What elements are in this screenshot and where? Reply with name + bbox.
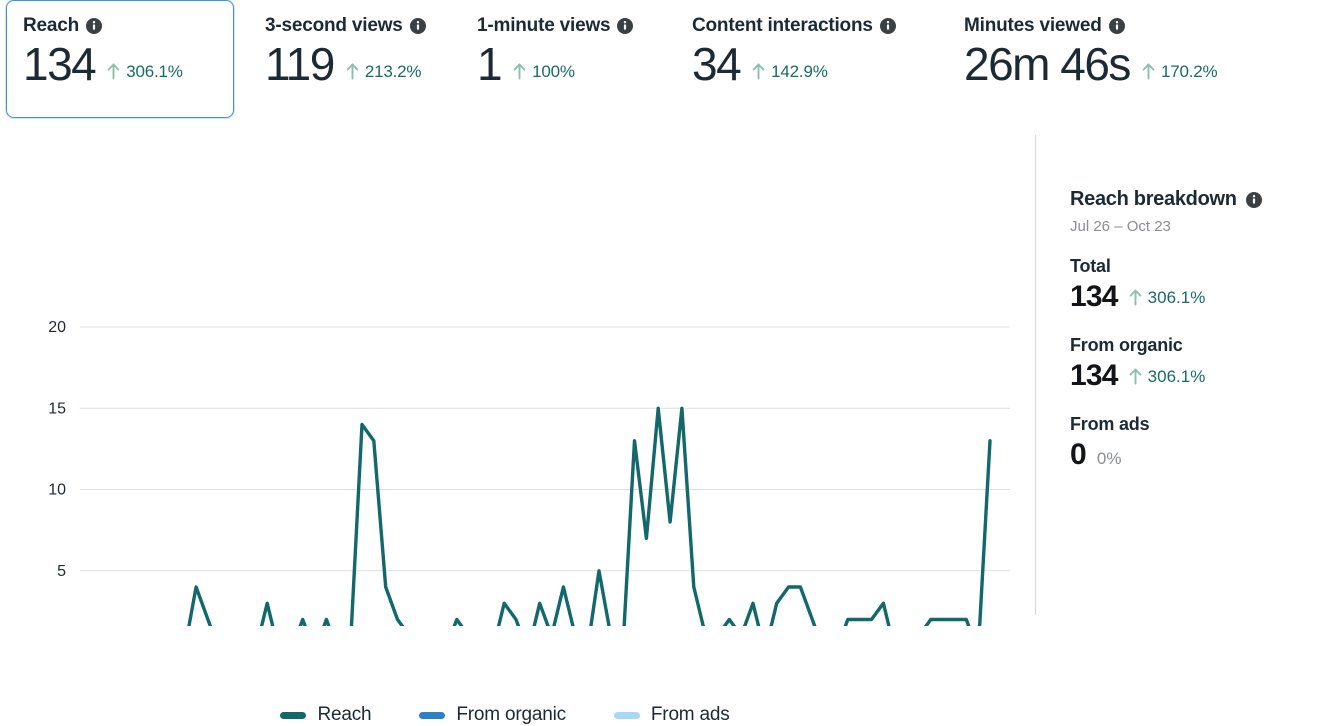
info-icon[interactable] [86,18,103,34]
metric-card-header: Reach [23,15,217,37]
breakdown-item-delta: 306.1% [1129,366,1206,387]
metric-delta: 213.2% [346,61,422,82]
metric-value: 134 [23,38,97,90]
info-icon[interactable] [409,18,426,34]
breakdown-item-delta-text: 306.1% [1147,366,1206,386]
chart-legend: Reach From organic From ads [0,704,1010,726]
metric-value: 26m 46s [964,38,1131,90]
metric-title: 1-minute views [477,15,611,36]
y-axis-tick-label: 15 [48,400,66,417]
breakdown-title: Reach breakdown [1070,188,1237,210]
breakdown-item-total: Total 134 306.1% [1070,256,1335,314]
metrics-summary-row: Reach 134 306.1% 3-second views 119 213.… [0,0,1335,130]
metric-delta: 100% [513,62,575,82]
metric-card-minutes-viewed[interactable]: Minutes viewed 26m 46s 170.2% [947,0,1277,118]
metric-value-row: 26m 46s 170.2% [964,39,1260,90]
chart-line-reach [187,406,992,626]
metric-delta-text: 213.2% [364,61,422,81]
breakdown-item-label: From organic [1070,335,1183,355]
metric-title: Reach [23,15,80,36]
arrow-up-icon [346,63,359,80]
metric-delta: 170.2% [1142,61,1218,82]
breakdown-item-label: From ads [1070,414,1150,434]
arrow-up-icon [1129,368,1142,385]
metric-delta: 142.9% [752,61,828,82]
info-icon[interactable] [1108,18,1125,34]
breakdown-item-delta-text: 0% [1096,449,1122,468]
legend-swatch [280,711,307,719]
y-axis-tick-label: 20 [48,319,66,336]
y-axis-tick-label: 10 [48,482,66,499]
info-icon[interactable] [617,18,634,34]
breakdown-date-range: Jul 26 – Oct 23 [1070,218,1171,235]
metric-value-row: 34 142.9% [692,39,930,90]
metric-card-header: 3-second views [265,15,443,37]
breakdown-item-value-row: 134 306.1% [1070,280,1335,314]
metric-title: 3-second views [265,15,403,36]
metric-value: 34 [692,38,742,90]
reach-chart-panel: 05101520 Jul 26Aug 15Sep 4Sep 24Oct 14 R… [0,130,1035,725]
metric-card-header: Minutes viewed [964,15,1260,37]
breakdown-item-from-ads: From ads 0 0% [1070,414,1335,472]
metric-value-row: 119 213.2% [265,39,443,90]
metric-card-header: 1-minute views [477,15,658,37]
breakdown-item-value: 0 [1070,438,1087,471]
info-icon[interactable] [879,18,896,34]
breakdown-item-value: 134 [1070,359,1118,392]
metric-value-row: 1 100% [477,39,658,90]
legend-swatch [419,711,446,719]
info-icon[interactable] [1245,191,1262,208]
arrow-up-icon [1129,289,1142,306]
breakdown-item-value: 134 [1070,280,1118,313]
legend-swatch [613,711,640,719]
metric-value-row: 134 306.1% [23,39,217,90]
metric-card-header: Content interactions [692,15,930,37]
metric-delta-text: 142.9% [771,61,828,81]
metric-card-content-interactions[interactable]: Content interactions 34 142.9% [675,0,947,118]
breakdown-item-delta: 306.1% [1129,287,1206,308]
metric-value: 1 [477,38,503,90]
legend-label: From organic [456,704,566,725]
breakdown-item-value-row: 0 0% [1070,438,1335,472]
reach-line-chart[interactable]: 05101520 Jul 26Aug 15Sep 4Sep 24Oct 14 [0,130,1035,626]
metric-delta-text: 306.1% [126,61,183,81]
arrow-up-icon [1142,63,1155,80]
metric-value: 119 [265,38,335,90]
legend-item-from-ads[interactable]: From ads [613,704,730,726]
chart-series-reach [187,406,992,626]
arrow-up-icon [107,63,120,80]
breakdown-item-delta-text: 306.1% [1147,287,1206,307]
breakdown-item-value-row: 134 306.1% [1070,359,1335,393]
breakdown-item-label: Total [1070,256,1111,276]
metric-title: Minutes viewed [964,15,1102,36]
metric-title: Content interactions [692,15,873,36]
legend-item-from-organic[interactable]: From organic [419,704,566,726]
legend-label: Reach [317,704,372,725]
arrow-up-icon [513,63,526,80]
y-axis-tick-label: 5 [57,563,66,580]
metric-card-3-second-views[interactable]: 3-second views 119 213.2% [248,0,460,118]
metric-card-reach[interactable]: Reach 134 306.1% [6,0,234,118]
legend-label: From ads [650,704,730,725]
breakdown-item-from-organic: From organic 134 306.1% [1070,335,1335,393]
arrow-up-icon [752,63,765,80]
breakdown-header: Reach breakdown [1070,188,1335,211]
reach-breakdown-panel: Reach breakdown Jul 26 – Oct 23 Total 13… [1036,130,1335,626]
chart-gridlines [80,326,1010,572]
chart-y-axis-labels: 05101520 [48,319,66,580]
legend-item-reach[interactable]: Reach [280,704,372,726]
metric-card-1-minute-views[interactable]: 1-minute views 1 100% [460,0,675,118]
metric-delta-text: 170.2% [1160,61,1218,81]
main-content: 05101520 Jul 26Aug 15Sep 4Sep 24Oct 14 R… [0,130,1335,725]
metric-delta: 306.1% [107,61,183,82]
metric-delta-text: 100% [532,61,575,81]
